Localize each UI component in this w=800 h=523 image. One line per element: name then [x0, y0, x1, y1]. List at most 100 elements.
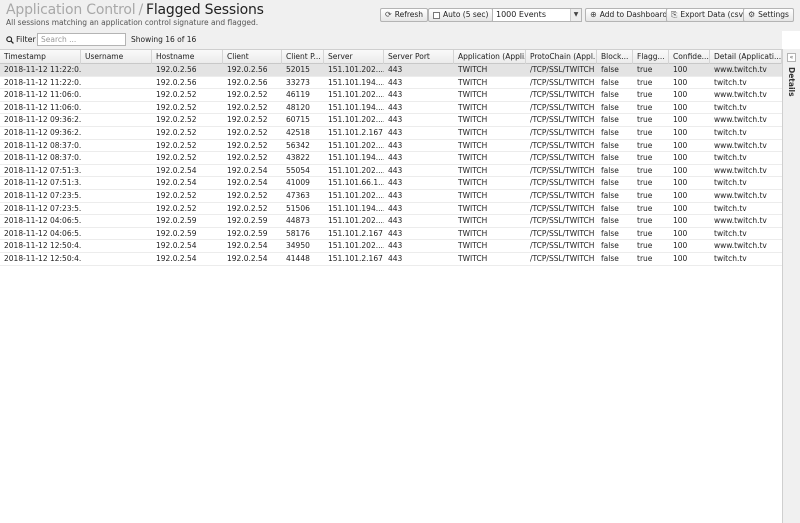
cell-flagged: true: [637, 216, 653, 226]
cell-hostname: 192.0.2.54: [156, 165, 197, 175]
cell-hostname: 192.0.2.52: [156, 102, 197, 112]
cell-hostname: 192.0.2.56: [156, 77, 197, 87]
cell-protochain: /TCP/SSL/TWITCH: [530, 115, 595, 125]
cell-client: 192.0.2.56: [227, 65, 268, 74]
cell-confidence: 100: [673, 216, 688, 226]
cell-flagged: true: [637, 140, 653, 150]
table-row[interactable]: 2018-11-12 09:36:2... 192.0.2.52 192.0.2.5…: [0, 114, 782, 127]
cell-server-port: 443: [388, 65, 403, 74]
cell-hostname: 192.0.2.59: [156, 228, 197, 238]
cell-username: [81, 203, 152, 216]
cell-hostname: 192.0.2.52: [156, 128, 197, 137]
cell-blocked: false: [601, 191, 619, 200]
chevron-down-icon[interactable]: ▼: [570, 9, 581, 21]
auto-refresh-checkbox[interactable]: [433, 11, 440, 19]
cell-server: 151.101.202....: [328, 165, 384, 175]
cell-client-port: 58176: [286, 228, 310, 238]
cell-server-port: 443: [388, 178, 403, 188]
cell-hostname: 192.0.2.52: [156, 90, 197, 100]
cell-client: 192.0.2.52: [227, 153, 268, 163]
cell-server-port: 443: [388, 203, 403, 213]
cell-confidence: 100: [673, 191, 688, 200]
table-row[interactable]: 2018-11-12 07:23:5... 192.0.2.52 192.0.2.5…: [0, 190, 782, 203]
table-row[interactable]: 2018-11-12 09:36:2... 192.0.2.52 192.0.2.5…: [0, 127, 782, 140]
column-header-server[interactable]: Server: [324, 50, 384, 64]
table-row[interactable]: 2018-11-12 07:23:5... 192.0.2.52 192.0.2.5…: [0, 203, 782, 216]
column-header-blocked[interactable]: Block...: [597, 50, 633, 64]
table-header: Timestamp Username Hostname Client Client P.…: [0, 50, 782, 64]
search-icon: [6, 35, 14, 44]
export-data-button[interactable]: ⎘ Export Data (csv): [666, 8, 751, 22]
cell-detail: www.twitch.tv: [714, 241, 767, 251]
filter-search-input[interactable]: [37, 33, 126, 46]
cell-server-port: 443: [388, 128, 403, 137]
cell-client-port: 33273: [286, 77, 310, 87]
table-row[interactable]: 2018-11-12 07:51:3... 192.0.2.54 192.0.2.5…: [0, 177, 782, 190]
column-header-confidence[interactable]: Confide...: [669, 50, 710, 64]
column-header-flagged[interactable]: Flagg...: [633, 50, 669, 64]
cell-username: [81, 215, 152, 228]
settings-button[interactable]: ⚙ Settings: [743, 8, 794, 22]
column-header-timestamp[interactable]: Timestamp: [0, 50, 81, 64]
table-row[interactable]: 2018-11-12 12:50:4... 192.0.2.54 192.0.2.5…: [0, 240, 782, 253]
cell-client: 192.0.2.52: [227, 203, 268, 213]
cell-protochain: /TCP/SSL/TWITCH: [530, 77, 595, 87]
cell-client-port: 46119: [286, 90, 310, 100]
add-to-dashboard-button[interactable]: ⊕ Add to Dashboard: [585, 8, 673, 22]
cell-username: [81, 102, 152, 115]
cell-timestamp: 2018-11-12 08:37:0...: [4, 140, 81, 150]
column-header-server-port[interactable]: Server Port: [384, 50, 454, 64]
cell-flagged: true: [637, 77, 653, 87]
cell-username: [81, 253, 152, 266]
column-header-protochain[interactable]: ProtoChain (Appl...: [526, 50, 597, 64]
chevron-left-icon[interactable]: «: [787, 53, 796, 62]
cell-server-port: 443: [388, 191, 403, 200]
cell-timestamp: 2018-11-12 08:37:0...: [4, 153, 81, 163]
cell-flagged: true: [637, 128, 653, 137]
auto-refresh-toggle[interactable]: Auto (5 sec): [428, 8, 494, 22]
app-name-link[interactable]: Application Control: [6, 2, 136, 18]
cell-hostname: 192.0.2.59: [156, 216, 197, 226]
cell-detail: www.twitch.tv: [714, 216, 767, 226]
cell-username: [81, 77, 152, 90]
column-header-hostname[interactable]: Hostname: [152, 50, 223, 64]
column-header-detail[interactable]: Detail (Applicati...: [710, 50, 782, 64]
table-row[interactable]: 2018-11-12 11:06:0... 192.0.2.52 192.0.2.5…: [0, 89, 782, 102]
cell-flagged: true: [637, 254, 653, 263]
table-row[interactable]: 2018-11-12 04:06:5... 192.0.2.59 192.0.2.5…: [0, 215, 782, 228]
details-panel[interactable]: « Details: [782, 49, 800, 523]
table-row[interactable]: 2018-11-12 11:22:0... 192.0.2.56 192.0.2.5…: [0, 77, 782, 90]
table-row[interactable]: 2018-11-12 12:50:4... 192.0.2.54 192.0.2.5…: [0, 253, 782, 266]
cell-hostname: 192.0.2.54: [156, 254, 197, 263]
column-header-client[interactable]: Client: [223, 50, 282, 64]
cell-protochain: /TCP/SSL/TWITCH: [530, 102, 595, 112]
cell-username: [81, 190, 152, 203]
cell-username: [81, 64, 152, 77]
cell-hostname: 192.0.2.52: [156, 203, 197, 213]
table-row[interactable]: 2018-11-12 08:37:0... 192.0.2.52 192.0.2.5…: [0, 140, 782, 153]
cell-application: TWITCH: [458, 203, 488, 213]
cell-blocked: false: [601, 165, 619, 175]
filter-label-text: Filter: [16, 35, 36, 44]
table-row[interactable]: 2018-11-12 11:22:0... 192.0.2.56 192.0.2.5…: [0, 64, 782, 77]
cell-hostname: 192.0.2.54: [156, 241, 197, 251]
column-header-username[interactable]: Username: [81, 50, 152, 64]
cell-server-port: 443: [388, 77, 403, 87]
cell-confidence: 100: [673, 65, 688, 74]
table-row[interactable]: 2018-11-12 08:37:0... 192.0.2.52 192.0.2.5…: [0, 152, 782, 165]
page-header: Application Control / Flagged Sessions All…: [0, 0, 800, 31]
cell-application: TWITCH: [458, 65, 488, 74]
cell-application: TWITCH: [458, 216, 488, 226]
table-row[interactable]: 2018-11-12 04:06:5... 192.0.2.59 192.0.2.5…: [0, 228, 782, 241]
column-header-client-port[interactable]: Client P...: [282, 50, 324, 64]
refresh-button[interactable]: ⟳ Refresh: [380, 8, 429, 22]
column-header-application[interactable]: Application (Appli...: [454, 50, 526, 64]
cell-server: 151.101.202....: [328, 216, 384, 226]
cell-timestamp: 2018-11-12 07:51:3...: [4, 178, 81, 188]
cell-detail: www.twitch.tv: [714, 140, 767, 150]
table-row[interactable]: 2018-11-12 07:51:3... 192.0.2.54 192.0.2.5…: [0, 165, 782, 178]
cell-client-port: 55054: [286, 165, 310, 175]
table-row[interactable]: 2018-11-12 11:06:0... 192.0.2.52 192.0.2.5…: [0, 102, 782, 115]
cell-detail: www.twitch.tv: [714, 191, 767, 200]
events-limit-select[interactable]: 1000 Events ▼: [492, 8, 582, 22]
